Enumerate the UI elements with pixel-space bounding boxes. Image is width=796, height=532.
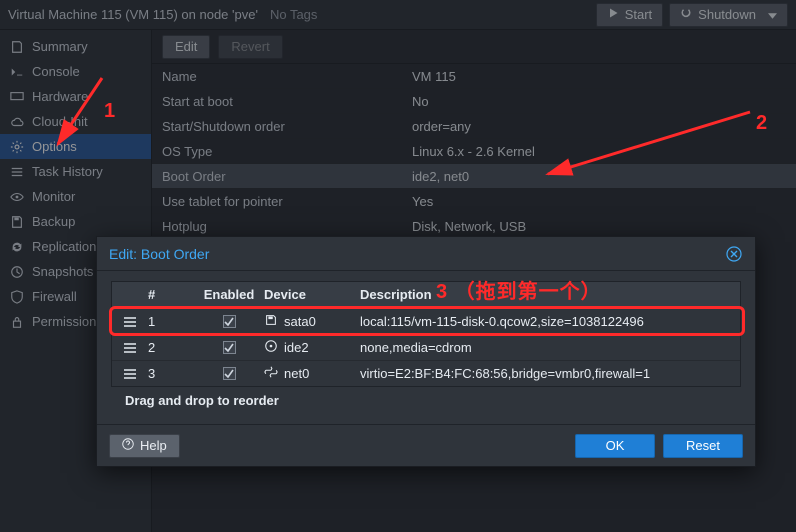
device-desc: local:115/vm-115-disk-0.qcow2,size=10381… bbox=[360, 314, 740, 329]
reset-button[interactable]: Reset bbox=[663, 434, 743, 458]
ok-button[interactable]: OK bbox=[575, 434, 655, 458]
col-description: Description bbox=[360, 287, 740, 302]
net-icon bbox=[264, 365, 278, 382]
device-desc: none,media=cdrom bbox=[360, 340, 740, 355]
table-row[interactable]: 2 ide2 none,media=cdrom bbox=[112, 334, 740, 360]
row-num: 2 bbox=[148, 340, 194, 355]
enabled-checkbox[interactable] bbox=[223, 315, 236, 328]
col-device: Device bbox=[264, 287, 360, 302]
modal-header: Edit: Boot Order bbox=[97, 237, 755, 271]
enabled-checkbox[interactable] bbox=[223, 367, 236, 380]
modal-title: Edit: Boot Order bbox=[109, 246, 209, 262]
device-name: sata0 bbox=[284, 314, 316, 329]
close-icon[interactable] bbox=[725, 245, 743, 263]
boot-order-table: # Enabled Device Description 1 sata0 loc… bbox=[111, 281, 741, 387]
table-header: # Enabled Device Description bbox=[112, 282, 740, 308]
device-name: net0 bbox=[284, 366, 309, 381]
enabled-checkbox[interactable] bbox=[223, 341, 236, 354]
table-row[interactable]: 1 sata0 local:115/vm-115-disk-0.qcow2,si… bbox=[112, 308, 740, 334]
help-button[interactable]: Help bbox=[109, 434, 180, 458]
device-desc: virtio=E2:BF:B4:FC:68:56,bridge=vmbr0,fi… bbox=[360, 366, 740, 381]
reset-label: Reset bbox=[686, 438, 720, 453]
row-num: 1 bbox=[148, 314, 194, 329]
help-icon bbox=[122, 438, 134, 453]
col-enabled: Enabled bbox=[194, 287, 264, 302]
cd-icon bbox=[264, 339, 278, 356]
drag-handle-icon[interactable] bbox=[112, 368, 148, 380]
help-label: Help bbox=[140, 438, 167, 453]
drag-handle-icon[interactable] bbox=[112, 316, 148, 328]
drag-hint: Drag and drop to reorder bbox=[111, 387, 741, 408]
device-name: ide2 bbox=[284, 340, 309, 355]
modal-footer: Help OK Reset bbox=[97, 424, 755, 466]
table-row[interactable]: 3 net0 virtio=E2:BF:B4:FC:68:56,bridge=v… bbox=[112, 360, 740, 386]
disk-icon bbox=[264, 313, 278, 330]
row-num: 3 bbox=[148, 366, 194, 381]
ok-label: OK bbox=[606, 438, 625, 453]
col-num: # bbox=[148, 287, 194, 302]
edit-boot-order-modal: Edit: Boot Order # Enabled Device Descri… bbox=[96, 236, 756, 467]
drag-handle-icon[interactable] bbox=[112, 342, 148, 354]
